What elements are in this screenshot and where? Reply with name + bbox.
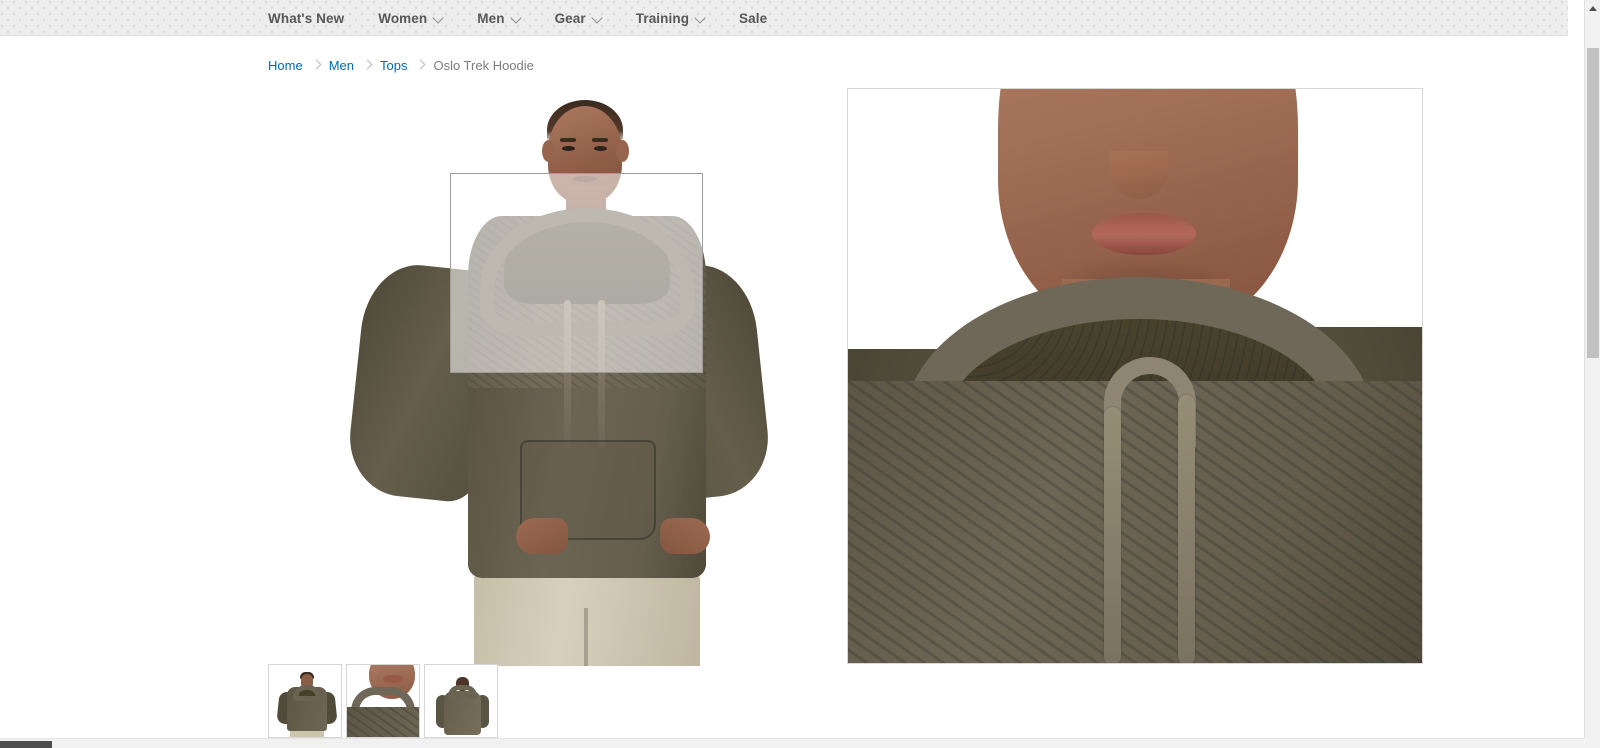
breadcrumb-item-home[interactable]: Home <box>268 58 303 73</box>
model-brow-right <box>592 138 608 142</box>
thumbnail-artwork <box>269 665 341 737</box>
nav-item-label: Sale <box>739 10 768 26</box>
thumb2-lips <box>383 675 403 683</box>
thumb3-hood <box>448 685 477 699</box>
nav-item-label: Women <box>378 10 428 26</box>
product-main-image[interactable] <box>268 88 846 666</box>
breadcrumb: Home Men Tops Oslo Trek Hoodie <box>268 55 534 75</box>
nav-item-list: What's New Women Men Gear Training Sale <box>268 0 791 36</box>
nav-item-men[interactable]: Men <box>467 0 530 36</box>
horizontal-scrollbar-thumb[interactable] <box>0 741 52 748</box>
nav-item-whats-new[interactable]: What's New <box>268 0 354 36</box>
model-eye-left <box>562 146 575 151</box>
chevron-down-icon <box>696 14 705 23</box>
nav-item-gear[interactable]: Gear <box>545 0 612 36</box>
nav-item-women[interactable]: Women <box>368 0 453 36</box>
thumbnail-artwork <box>425 665 497 737</box>
breadcrumb-separator-icon <box>407 58 433 72</box>
breadcrumb-item-current: Oslo Trek Hoodie <box>433 57 534 73</box>
product-thumbnail-1[interactable] <box>268 664 342 738</box>
chevron-down-icon <box>512 14 521 23</box>
nav-item-label: Gear <box>554 10 586 26</box>
product-thumbnail-list <box>268 664 498 738</box>
chevron-down-icon <box>434 14 443 23</box>
vertical-scrollbar[interactable] <box>1584 0 1600 748</box>
horizontal-scrollbar[interactable] <box>0 738 1584 748</box>
thumb1-hood <box>293 685 321 701</box>
image-zoom-preview-panel <box>847 88 1423 664</box>
model-brow-left <box>560 138 576 142</box>
product-detail-page: What's New Women Men Gear Training Sale <box>0 0 1600 748</box>
vertical-scrollbar-thumb[interactable] <box>1587 48 1599 358</box>
thumb2-chest <box>347 707 419 737</box>
product-thumbnail-2[interactable] <box>346 664 420 738</box>
zoom-drawstring-right <box>1178 395 1195 663</box>
chevron-down-icon <box>593 14 602 23</box>
nav-item-label: What's New <box>268 10 345 26</box>
thumbnail-artwork <box>347 665 419 737</box>
zoom-model-lips <box>1092 213 1196 255</box>
model-ear-left <box>542 140 555 162</box>
breadcrumb-item-tops[interactable]: Tops <box>380 58 407 73</box>
model-ear-right <box>616 140 629 162</box>
image-zoom-lens[interactable] <box>450 173 703 373</box>
breadcrumb-separator-icon <box>354 58 380 72</box>
scroll-up-arrow-icon[interactable] <box>1585 0 1600 17</box>
nav-item-training[interactable]: Training <box>626 0 715 36</box>
nav-item-sale[interactable]: Sale <box>729 0 777 36</box>
product-thumbnail-3[interactable] <box>424 664 498 738</box>
nav-item-label: Training <box>635 10 690 26</box>
model-eye-right <box>594 146 607 151</box>
model-hand-right <box>660 518 710 554</box>
zoom-drawstring-left <box>1104 407 1121 663</box>
model-pants-seam <box>584 608 588 666</box>
main-navigation: What's New Women Men Gear Training Sale <box>0 0 1568 36</box>
nav-item-label: Men <box>477 10 505 26</box>
scrollbar-corner <box>1584 738 1600 748</box>
model-hand-left <box>516 518 568 554</box>
zoom-preview-artwork <box>848 89 1422 663</box>
breadcrumb-item-men[interactable]: Men <box>329 58 354 73</box>
breadcrumb-separator-icon <box>303 58 329 72</box>
